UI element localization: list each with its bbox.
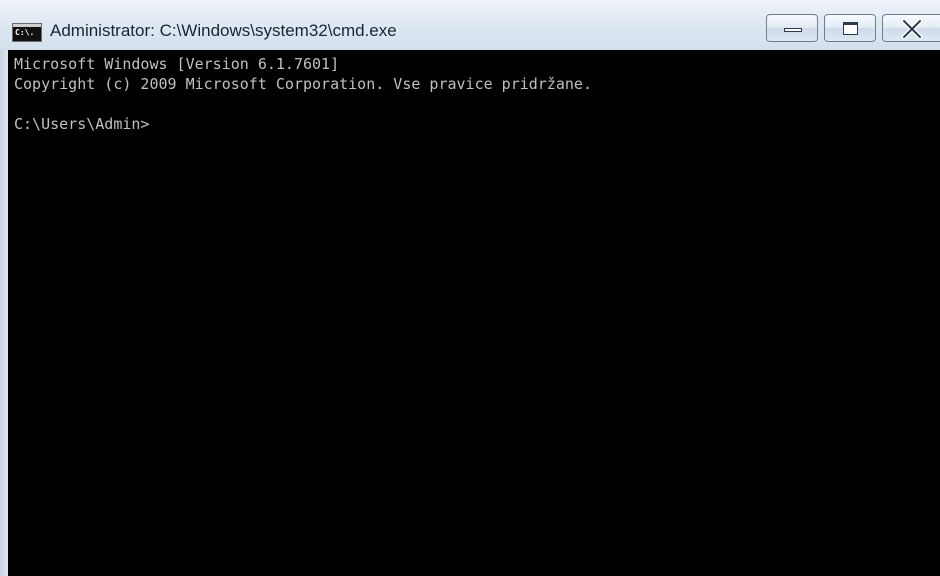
- maximize-button[interactable]: [824, 14, 876, 42]
- console-line-copyright: Copyright (c) 2009 Microsoft Corporation…: [14, 75, 592, 93]
- title-bar[interactable]: C:\. Administrator: C:\Windows\system32\…: [0, 0, 940, 50]
- app-icon-label: C:\.: [15, 28, 35, 37]
- cmd-window: C:\. Administrator: C:\Windows\system32\…: [0, 0, 940, 576]
- console-text: Microsoft Windows [Version 6.1.7601] Copy…: [8, 50, 940, 134]
- close-icon: [901, 19, 923, 39]
- console-output-area[interactable]: Microsoft Windows [Version 6.1.7601] Copy…: [8, 50, 940, 576]
- window-title: Administrator: C:\Windows\system32\cmd.e…: [50, 21, 397, 40]
- close-button[interactable]: [882, 14, 940, 42]
- console-line-blank: [14, 94, 940, 114]
- maximize-icon: [843, 22, 858, 35]
- console-line-version: Microsoft Windows [Version 6.1.7601]: [14, 55, 340, 73]
- cmd-console-icon[interactable]: C:\.: [12, 23, 42, 42]
- minimize-button[interactable]: [766, 14, 818, 42]
- minimize-icon: [784, 28, 802, 32]
- window-left-border: [0, 50, 8, 576]
- console-prompt[interactable]: C:\Users\Admin>: [14, 114, 940, 134]
